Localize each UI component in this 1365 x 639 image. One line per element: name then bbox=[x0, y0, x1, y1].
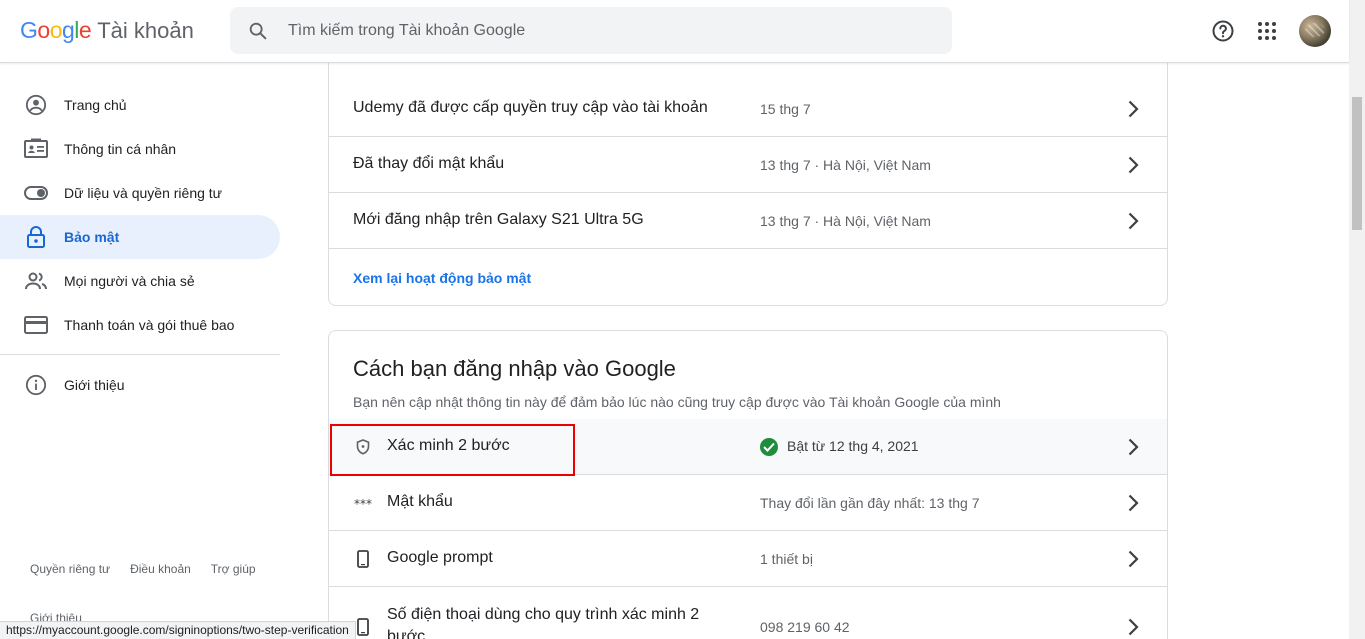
sidebar-item-payments[interactable]: Thanh toán và gói thuê bao bbox=[0, 303, 280, 347]
link-status-bar: https://myaccount.google.com/signinoptio… bbox=[0, 621, 356, 639]
activity-label: Đã thay đổi mật khẩu bbox=[353, 155, 505, 172]
footer-links: Quyền riêng tư Điều khoản Trợ giúp bbox=[30, 562, 276, 576]
chevron-right-icon bbox=[1121, 97, 1145, 121]
row-label: Số điện thoại dùng cho quy trình xác min… bbox=[387, 606, 700, 639]
card-subtitle: Bạn nên cập nhật thông tin này để đảm bả… bbox=[353, 394, 1001, 410]
status-text: Bật từ 12 thg 4, 2021 bbox=[787, 438, 919, 454]
id-card-icon bbox=[24, 137, 48, 161]
row-label: Google prompt bbox=[387, 549, 493, 566]
row-value: Thay đổi lần gần đây nhất: 13 thg 7 bbox=[760, 495, 980, 511]
sidebar-divider bbox=[0, 354, 280, 355]
page-scrollbar[interactable] bbox=[1349, 0, 1365, 639]
activity-label: Mới đăng nhập trên Galaxy S21 Ultra 5G bbox=[353, 211, 644, 228]
sidebar-item-label: Bảo mật bbox=[64, 229, 120, 245]
activity-row[interactable]: Mới đăng nhập trên Galaxy S21 Ultra 5G 1… bbox=[329, 193, 1167, 249]
svg-text:***: *** bbox=[354, 498, 372, 508]
password-row[interactable]: *** Mật khẩu Thay đổi lần gần đây nhất: … bbox=[329, 475, 1167, 531]
sidebar-item-label: Mọi người và chia sẻ bbox=[64, 273, 195, 289]
signin-methods-card: Cách bạn đăng nhập vào Google Bạn nên cậ… bbox=[328, 330, 1168, 639]
home-account-icon bbox=[24, 93, 48, 117]
chevron-right-icon bbox=[1121, 547, 1145, 571]
activity-row[interactable]: Đã thay đổi mật khẩu 13 thg 7 · Hà Nội, … bbox=[329, 137, 1167, 193]
search-bar[interactable] bbox=[230, 7, 952, 54]
chevron-right-icon bbox=[1121, 615, 1145, 639]
highlight-box bbox=[330, 424, 575, 476]
sidebar-item-personal-info[interactable]: Thông tin cá nhân bbox=[0, 127, 280, 171]
two-step-phone-row[interactable]: Số điện thoại dùng cho quy trình xác min… bbox=[329, 587, 1167, 639]
activity-label: Udemy đã được cấp quyền truy cập vào tài… bbox=[353, 99, 708, 116]
sidebar-item-about[interactable]: Giới thiệu bbox=[0, 363, 280, 407]
sidebar-nav: Trang chủ Thông tin cá nhân Dữ liệu và q… bbox=[0, 63, 296, 639]
google-prompt-row[interactable]: Google prompt 1 thiết bị bbox=[329, 531, 1167, 587]
card-title: Cách bạn đăng nhập vào Google bbox=[353, 356, 676, 381]
sidebar-item-home[interactable]: Trang chủ bbox=[0, 83, 280, 127]
sidebar-item-label: Thông tin cá nhân bbox=[64, 141, 177, 157]
search-input[interactable] bbox=[288, 21, 888, 40]
chevron-right-icon bbox=[1121, 209, 1145, 233]
toggle-icon bbox=[24, 181, 48, 205]
sidebar-item-data-privacy[interactable]: Dữ liệu và quyền riêng tư bbox=[0, 171, 280, 215]
help-link[interactable]: Trợ giúp bbox=[211, 562, 256, 576]
lock-icon bbox=[24, 225, 48, 249]
terms-link[interactable]: Điều khoản bbox=[130, 562, 191, 576]
check-circle-icon bbox=[760, 438, 778, 457]
avatar[interactable] bbox=[1299, 15, 1331, 47]
apps-grid-icon[interactable] bbox=[1255, 19, 1279, 43]
row-value: 1 thiết bị bbox=[760, 551, 813, 567]
help-icon[interactable] bbox=[1211, 19, 1235, 43]
credit-card-icon bbox=[24, 313, 48, 337]
review-security-activity-link[interactable]: Xem lại hoạt động bảo mật bbox=[353, 270, 531, 286]
sidebar-item-label: Trang chủ bbox=[64, 97, 127, 113]
chevron-right-icon bbox=[1121, 435, 1145, 459]
row-label: Mật khẩu bbox=[387, 493, 453, 510]
sidebar-item-label: Giới thiệu bbox=[64, 377, 125, 393]
activity-date: 13 thg 7 · Hà Nội, Việt Nam bbox=[760, 213, 931, 229]
chevron-right-icon bbox=[1121, 153, 1145, 177]
sidebar-item-label: Dữ liệu và quyền riêng tư bbox=[64, 185, 223, 201]
sidebar-item-people-sharing[interactable]: Mọi người và chia sẻ bbox=[0, 259, 280, 303]
row-value: 098 219 60 42 bbox=[760, 619, 850, 635]
security-activity-card: Udemy đã được cấp quyền truy cập vào tài… bbox=[328, 25, 1168, 306]
privacy-link[interactable]: Quyền riêng tư bbox=[30, 562, 110, 576]
info-icon bbox=[24, 373, 48, 397]
scrollbar-thumb[interactable] bbox=[1352, 97, 1362, 230]
phone-icon bbox=[351, 547, 375, 571]
password-dots-icon: *** bbox=[351, 491, 375, 515]
sidebar-item-label: Thanh toán và gói thuê bao bbox=[64, 317, 235, 333]
top-app-bar: Google Tài khoản bbox=[0, 0, 1349, 63]
activity-row[interactable]: Udemy đã được cấp quyền truy cập vào tài… bbox=[329, 81, 1167, 137]
product-name: Tài khoản bbox=[97, 18, 194, 43]
search-icon[interactable] bbox=[246, 19, 270, 43]
google-account-logo[interactable]: Google Tài khoản bbox=[20, 17, 194, 47]
activity-date: 13 thg 7 · Hà Nội, Việt Nam bbox=[760, 157, 931, 173]
activity-date: 15 thg 7 bbox=[760, 101, 811, 117]
people-icon bbox=[24, 269, 48, 293]
sidebar-item-security[interactable]: Bảo mật bbox=[0, 215, 280, 259]
status-value: Bật từ 12 thg 4, 2021 bbox=[760, 438, 919, 457]
google-wordmark: Google bbox=[20, 17, 92, 43]
chevron-right-icon bbox=[1121, 491, 1145, 515]
